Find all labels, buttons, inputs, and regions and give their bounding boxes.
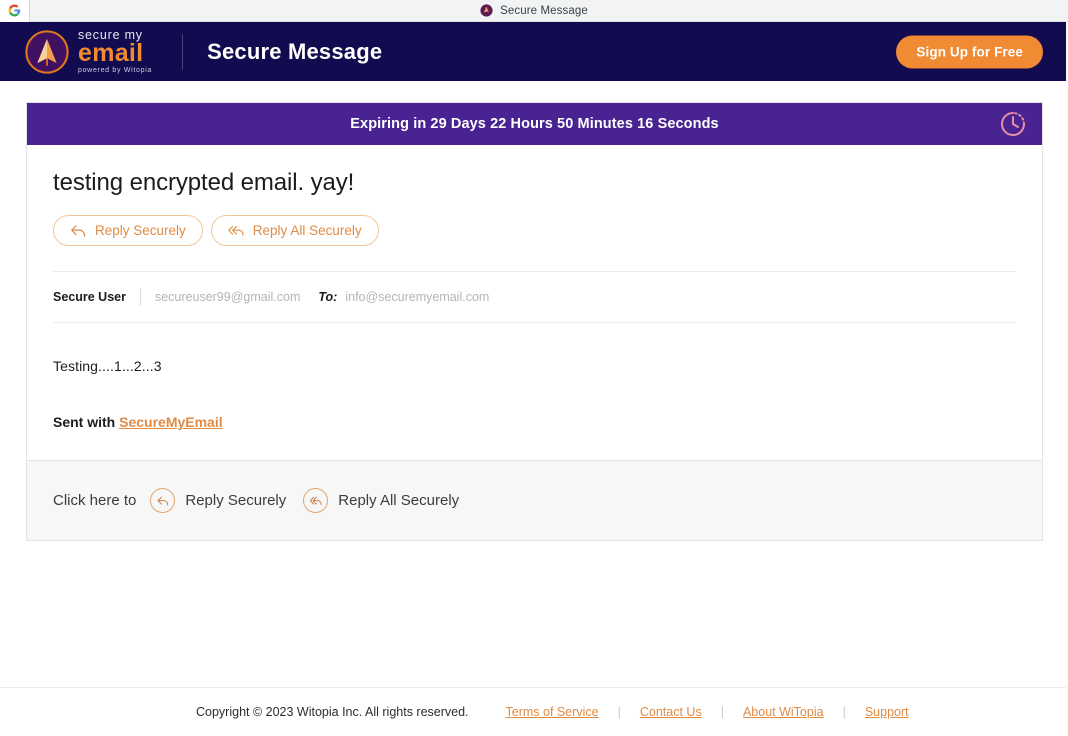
page-title: Secure Message (207, 39, 382, 65)
logo-tagline: powered by Witopia (78, 67, 152, 74)
to-label: To: (318, 290, 337, 304)
google-icon (8, 4, 21, 17)
browser-active-tab[interactable]: Secure Message (0, 4, 1068, 17)
reply-all-arrow-icon (228, 224, 245, 238)
securemyemail-drop-icon (480, 4, 493, 17)
footer-link-contact-us[interactable]: Contact Us (640, 705, 702, 719)
reply-securely-label: Reply Securely (95, 223, 186, 238)
message-signature: Sent with SecureMyEmail (53, 414, 1016, 460)
click-here-prompt: Click here to (53, 492, 136, 509)
reply-arrow-icon (70, 224, 87, 238)
browser-tab-title: Secure Message (500, 5, 588, 17)
card-action-footer: Click here to Reply Securely (27, 460, 1042, 540)
paper-plane-badge-icon (25, 30, 69, 74)
securemyemail-link[interactable]: SecureMyEmail (119, 414, 223, 430)
browser-tab-bar: Secure Message (0, 0, 1068, 22)
reply-all-securely-button[interactable]: Reply All Securely (211, 215, 379, 246)
reply-all-securely-label: Reply All Securely (253, 223, 362, 238)
copyright-text: Copyright © 2023 Witopia Inc. All rights… (196, 705, 469, 719)
clock-icon (999, 110, 1027, 138)
logo-line-email: email (78, 42, 152, 65)
message-subject: testing encrypted email. yay! (53, 169, 1016, 197)
header-divider (182, 34, 183, 70)
message-content: testing encrypted email. yay! Reply Secu… (27, 145, 1042, 460)
site-header: secure my email powered by Witopia Secur… (0, 22, 1068, 81)
reply-securely-button[interactable]: Reply Securely (53, 215, 203, 246)
footer-reply-all-securely-label: Reply All Securely (338, 492, 459, 509)
brand-logo[interactable]: secure my email powered by Witopia (25, 29, 152, 75)
message-body-text: Testing....1...2...3 (53, 358, 1016, 374)
reply-circle-icon (150, 488, 175, 513)
message-meta: Secure User secureuser99@gmail.com To: i… (53, 272, 1016, 322)
secure-message-card: Expiring in 29 Days 22 Hours 50 Minutes … (26, 102, 1043, 541)
sender-email: secureuser99@gmail.com (155, 290, 300, 304)
meta-separator (140, 288, 141, 306)
sign-up-button[interactable]: Sign Up for Free (896, 35, 1043, 68)
browser-tab-stub[interactable] (0, 0, 30, 22)
footer-reply-all-securely-button[interactable]: Reply All Securely (303, 488, 459, 513)
page-footer: Copyright © 2023 Witopia Inc. All rights… (0, 687, 1068, 735)
footer-reply-securely-button[interactable]: Reply Securely (150, 488, 286, 513)
footer-reply-securely-label: Reply Securely (185, 492, 286, 509)
footer-pipe-1: | (618, 705, 621, 719)
top-reply-actions: Reply Securely Reply All Securely (53, 215, 1016, 246)
footer-links: Terms of Service | Contact Us | About Wi… (506, 705, 909, 719)
reply-all-circle-icon (303, 488, 328, 513)
footer-pipe-3: | (843, 705, 846, 719)
sender-name: Secure User (53, 290, 126, 304)
page-body: Expiring in 29 Days 22 Hours 50 Minutes … (0, 81, 1068, 541)
footer-link-about-witopia[interactable]: About WiTopia (743, 705, 824, 719)
footer-link-support[interactable]: Support (865, 705, 909, 719)
signature-prefix: Sent with (53, 414, 119, 430)
expiry-countdown-text: Expiring in 29 Days 22 Hours 50 Minutes … (350, 116, 718, 132)
footer-pipe-2: | (721, 705, 724, 719)
recipient-email: info@securemyemail.com (345, 290, 489, 304)
footer-link-terms-of-service[interactable]: Terms of Service (506, 705, 599, 719)
message-body-area: Testing....1...2...3 Sent with SecureMyE… (53, 323, 1016, 460)
logo-wordmark: secure my email powered by Witopia (78, 29, 152, 75)
expiry-banner: Expiring in 29 Days 22 Hours 50 Minutes … (27, 103, 1042, 145)
